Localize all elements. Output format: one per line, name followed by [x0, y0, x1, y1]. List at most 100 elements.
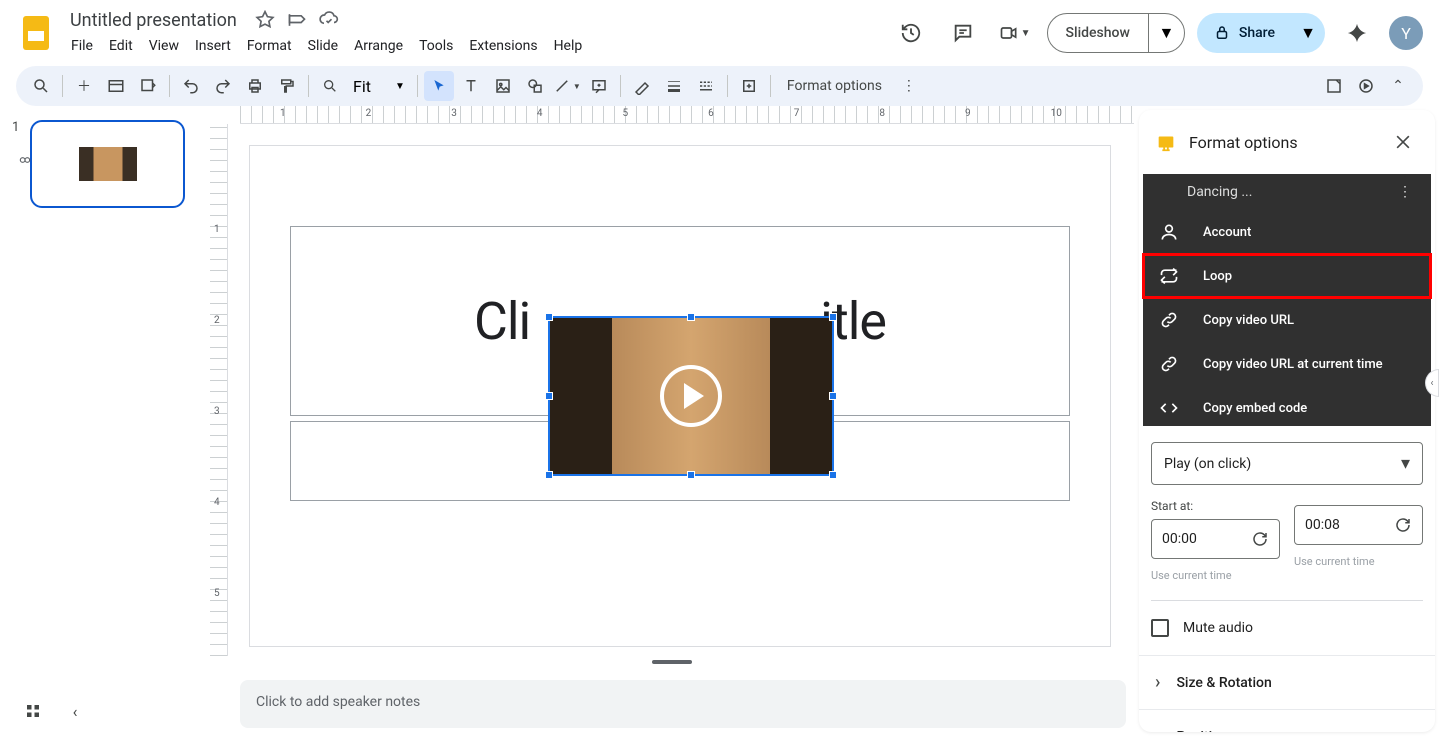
end-use-current-time[interactable]: Use current time	[1294, 555, 1423, 568]
paint-format-button[interactable]	[272, 71, 302, 101]
redo-button[interactable]	[208, 71, 238, 101]
resize-handle-sw[interactable]	[545, 471, 553, 479]
start-use-current-time[interactable]: Use current time	[1151, 569, 1280, 582]
menu-file[interactable]: File	[64, 34, 100, 58]
divider	[1151, 600, 1423, 601]
resize-handle-e[interactable]	[829, 392, 837, 400]
sidebar-title: Format options	[1189, 133, 1298, 152]
mute-audio-label: Mute audio	[1183, 620, 1253, 636]
video-context-menu: Dancing ... ⋮ Account Loop Copy video UR…	[1143, 174, 1431, 426]
image-tool[interactable]	[488, 71, 518, 101]
gemini-icon[interactable]	[1337, 13, 1377, 53]
motion-tool[interactable]	[734, 71, 764, 101]
new-slide-layout-button[interactable]	[101, 71, 131, 101]
video-object[interactable]	[548, 316, 834, 476]
collapse-toolbar-button[interactable]: ⌃	[1383, 71, 1413, 101]
context-item-copy-embed[interactable]: Copy embed code	[1143, 386, 1431, 426]
slides-logo[interactable]	[16, 13, 56, 53]
share-button[interactable]: Share	[1197, 13, 1291, 53]
resize-handle-s[interactable]	[687, 471, 695, 479]
comment-tool[interactable]	[584, 71, 614, 101]
notes-resize-handle[interactable]	[652, 660, 692, 664]
zoom-out-icon[interactable]	[315, 71, 345, 101]
play-mode-value: Play (on click)	[1164, 456, 1251, 472]
menu-arrange[interactable]: Arrange	[347, 34, 410, 58]
border-dash-tool[interactable]	[691, 71, 721, 101]
search-menu-icon[interactable]	[26, 71, 56, 101]
print-button[interactable]	[240, 71, 270, 101]
new-slide-button[interactable]: ＋	[69, 71, 99, 101]
context-item-copy-url[interactable]: Copy video URL	[1143, 298, 1431, 342]
checkbox-box	[1151, 619, 1169, 637]
move-icon[interactable]	[287, 10, 307, 30]
resize-handle-w[interactable]	[545, 392, 553, 400]
select-tool[interactable]	[424, 71, 454, 101]
account-avatar[interactable]: Y	[1389, 16, 1423, 50]
start-time-input[interactable]: 00:00	[1151, 519, 1280, 559]
slideshow-button[interactable]: Slideshow	[1048, 14, 1148, 52]
context-item-loop[interactable]: Loop	[1143, 254, 1431, 298]
toolbar: ＋ Fit ▼ ▼ Format options ⋮ ⌃	[16, 66, 1423, 106]
doc-title[interactable]: Untitled presentation	[64, 9, 243, 32]
speaker-notes[interactable]: Click to add speaker notes	[240, 680, 1126, 728]
size-rotation-section[interactable]: › Size & Rotation	[1139, 655, 1435, 709]
menu-help[interactable]: Help	[547, 34, 590, 58]
cloud-status-icon[interactable]	[319, 10, 339, 30]
play-mode-select[interactable]: Play (on click) ▾	[1151, 442, 1423, 485]
mask-image-button[interactable]	[1319, 71, 1349, 101]
resize-handle-ne[interactable]	[829, 313, 837, 321]
video-more-icon[interactable]: ⋮	[1395, 184, 1415, 200]
play-icon[interactable]	[660, 365, 722, 427]
shape-tool[interactable]	[520, 71, 550, 101]
context-item-copy-url-time[interactable]: Copy video URL at current time	[1143, 342, 1431, 386]
format-options-button[interactable]: Format options	[777, 71, 892, 101]
size-rotation-label: Size & Rotation	[1176, 675, 1271, 691]
close-sidebar-button[interactable]	[1387, 126, 1419, 158]
menu-tools[interactable]: Tools	[412, 34, 460, 58]
animate-button[interactable]	[1351, 71, 1381, 101]
position-section[interactable]: › Position	[1139, 709, 1435, 732]
history-icon[interactable]	[891, 13, 931, 53]
end-time-input[interactable]: 00:08	[1294, 505, 1423, 545]
share-dropdown[interactable]: ▼	[1291, 13, 1325, 53]
resize-handle-se[interactable]	[829, 471, 837, 479]
resize-handle-nw[interactable]	[545, 313, 553, 321]
video-title-row: Dancing ... ⋮	[1143, 174, 1431, 210]
menu-view[interactable]: View	[142, 34, 186, 58]
embed-icon	[1159, 398, 1179, 418]
share-label: Share	[1239, 25, 1275, 41]
zoom-select[interactable]: Fit ▼	[347, 72, 411, 100]
border-weight-tool[interactable]	[659, 71, 689, 101]
chevron-right-icon: ›	[1155, 672, 1160, 693]
mute-audio-checkbox[interactable]: Mute audio	[1139, 619, 1435, 655]
grid-view-button[interactable]	[22, 700, 44, 722]
slideshow-button-group: Slideshow ▼	[1047, 13, 1185, 53]
more-tools-button[interactable]: ⋮	[894, 71, 924, 101]
menu-edit[interactable]: Edit	[102, 34, 140, 58]
resize-handle-n[interactable]	[687, 313, 695, 321]
horizontal-ruler: 12345678910	[240, 106, 1134, 124]
theme-button[interactable]	[133, 71, 163, 101]
attachment-icon	[18, 152, 204, 171]
line-tool[interactable]: ▼	[552, 71, 582, 101]
menu-format[interactable]: Format	[240, 34, 299, 58]
filmstrip-collapse-button[interactable]: ‹	[64, 700, 86, 722]
format-options-sidebar-icon	[1155, 131, 1177, 153]
filmstrip: 1 ‹	[0, 106, 210, 736]
refresh-icon[interactable]	[1394, 516, 1412, 534]
context-item-account[interactable]: Account	[1143, 210, 1431, 254]
comments-icon[interactable]	[943, 13, 983, 53]
menu-insert[interactable]: Insert	[188, 34, 238, 58]
text-box-tool[interactable]	[456, 71, 486, 101]
context-item-label: Copy embed code	[1203, 401, 1307, 416]
border-color-tool[interactable]	[627, 71, 657, 101]
slideshow-dropdown[interactable]: ▼	[1148, 14, 1184, 52]
slide-canvas[interactable]: Cli itle	[250, 146, 1110, 646]
menu-slide[interactable]: Slide	[301, 34, 345, 58]
menu-extensions[interactable]: Extensions	[462, 34, 544, 58]
star-icon[interactable]	[255, 10, 275, 30]
undo-button[interactable]	[176, 71, 206, 101]
chevron-right-icon: ›	[1155, 726, 1160, 732]
refresh-icon[interactable]	[1251, 530, 1269, 548]
meet-icon[interactable]: ▼	[995, 13, 1035, 53]
